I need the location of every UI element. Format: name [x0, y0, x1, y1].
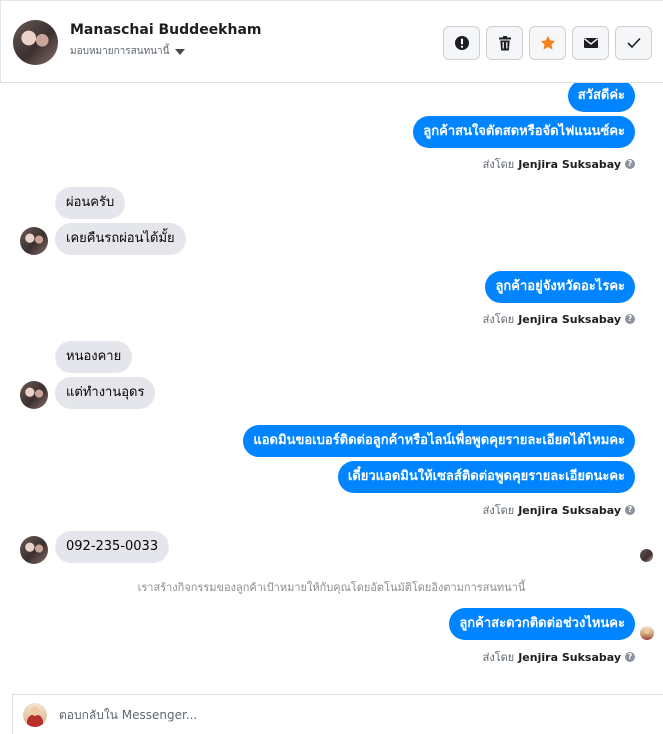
contact-avatar[interactable]: [13, 20, 58, 65]
message-outgoing: สวัสดีค่ะ: [567, 83, 635, 112]
contact-avatar-small: [20, 381, 48, 409]
contact-avatar-small: [20, 536, 48, 564]
envelope-icon: [583, 38, 598, 48]
sent-by-label: ส่งโดย Jenjira Suksabay ?: [483, 648, 635, 666]
agent-avatar: [23, 703, 47, 727]
caret-down-icon: [175, 48, 186, 55]
message-thread[interactable]: สวัสดีค่ะ ลูกค้าสนใจตัดสดหรือจัดไฟแนนซ์ค…: [0, 83, 663, 693]
info-icon[interactable]: ?: [625, 505, 635, 515]
message-outgoing: ลูกค้าอยู่จังหวัดอะไรคะ: [485, 271, 635, 303]
sent-by-agent[interactable]: Jenjira Suksabay: [518, 651, 621, 664]
reply-composer: [12, 694, 663, 734]
sent-by-prefix: ส่งโดย: [482, 313, 515, 326]
reply-input[interactable]: [59, 695, 619, 734]
message-incoming: แต่ทำงานอุดร: [55, 377, 156, 409]
spam-report-button[interactable]: [443, 26, 480, 60]
message-outgoing: ลูกค้าสนใจตัดสดหรือจัดไฟแนนซ์คะ: [413, 116, 635, 148]
exclamation-circle-icon: [454, 36, 469, 50]
sent-by-label: ส่งโดย Jenjira Suksabay ?: [483, 310, 635, 328]
sent-by-prefix: ส่งโดย: [482, 158, 515, 171]
sent-by-agent[interactable]: Jenjira Suksabay: [518, 158, 621, 171]
sent-by-prefix: ส่งโดย: [482, 651, 515, 664]
sent-by-agent[interactable]: Jenjira Suksabay: [518, 504, 621, 517]
message-incoming: เคยคืนรถผ่อนได้มั้ย: [55, 223, 186, 255]
assign-conversation-dropdown[interactable]: มอบหมายการสนทนานี้: [70, 44, 186, 59]
conversation-header: Manaschai Buddeekham มอบหมายการสนทนานี้: [0, 0, 663, 83]
message-outgoing: เดี๋ยวแอดมินให้เซลส์ติดต่อพูดคุยรายละเอี…: [337, 461, 635, 493]
sent-by-agent[interactable]: Jenjira Suksabay: [518, 313, 621, 326]
star-icon: [540, 35, 555, 50]
seen-indicator-avatar: [640, 626, 654, 640]
sent-by-prefix: ส่งโดย: [482, 504, 515, 517]
contact-name[interactable]: Manaschai Buddeekham: [70, 22, 262, 38]
header-actions: [443, 26, 652, 60]
assign-conversation-label: มอบหมายการสนทนานี้: [70, 46, 170, 57]
info-icon[interactable]: ?: [625, 314, 635, 324]
trash-icon: [498, 36, 511, 51]
message-incoming: ผ่อนครับ: [55, 187, 126, 219]
system-note: เราสร้างกิจกรรมของลูกค้าเป้าหมายให้กับคุ…: [137, 581, 526, 594]
contact-avatar-small: [20, 227, 48, 255]
mark-unread-button[interactable]: [572, 26, 609, 60]
seen-indicator-avatar: [640, 549, 653, 562]
message-incoming[interactable]: 092-235-0033: [55, 531, 170, 563]
delete-button[interactable]: [486, 26, 523, 60]
star-button[interactable]: [529, 26, 566, 60]
done-button[interactable]: [615, 26, 652, 60]
message-outgoing: ลูกค้าสะดวกติดต่อช่วงไหนคะ: [449, 608, 635, 640]
checkmark-icon: [627, 38, 640, 48]
info-icon[interactable]: ?: [625, 652, 635, 662]
message-outgoing: แอดมินขอเบอร์ติดต่อลูกค้าหรือไลน์เพื่อพู…: [243, 425, 635, 457]
message-incoming: หนองคาย: [55, 341, 133, 373]
info-icon[interactable]: ?: [625, 159, 635, 169]
sent-by-label: ส่งโดย Jenjira Suksabay ?: [483, 155, 635, 173]
sent-by-label: ส่งโดย Jenjira Suksabay ?: [483, 501, 635, 519]
